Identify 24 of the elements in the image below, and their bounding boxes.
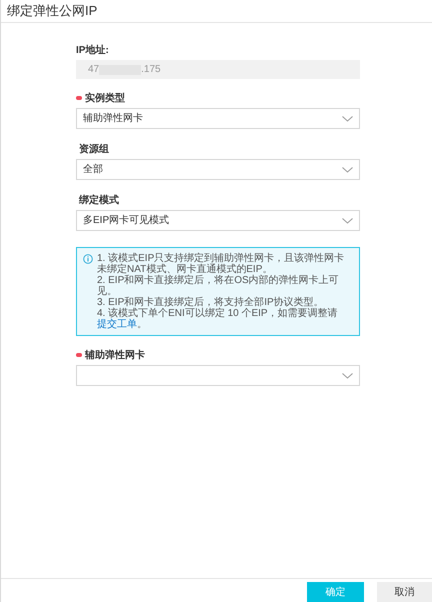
chevron-down-icon xyxy=(342,372,353,378)
note-text: 4. 该模式下单个ENI可以绑定 10 个EIP，如需要调整请 提交工单。 xyxy=(97,308,339,330)
field-label: 资源组 xyxy=(79,142,109,156)
required-mark xyxy=(76,353,82,357)
cancel-button[interactable]: 取消 xyxy=(377,582,432,602)
field-label: 绑定模式 xyxy=(79,193,119,208)
select-field[interactable]: 多EIP网卡可见模式 xyxy=(76,210,360,231)
select-field[interactable]: 辅助弹性网卡 xyxy=(76,108,360,129)
chevron-down-icon xyxy=(342,218,353,224)
field-label: 辅助弹性网卡 xyxy=(85,348,145,362)
note-text: 1. 该模式EIP只支持绑定到辅助弹性网卡，且该弹性网卡未绑定NAT模式、网卡直通模式的EIP。 xyxy=(97,253,346,275)
chevron-down-icon xyxy=(342,166,353,172)
dialog-title: 绑定弹性公网IP xyxy=(7,2,98,20)
ip-address-field: 47 .175 xyxy=(76,60,360,79)
field-label: 实例类型 xyxy=(85,91,125,106)
select-field[interactable]: 全部 xyxy=(76,159,360,180)
info-icon xyxy=(83,254,93,264)
field-label: IP地址: xyxy=(76,44,110,57)
submit-ticket-link[interactable]: 提交工单 xyxy=(97,319,137,330)
note-text: 3. EIP和网卡直接绑定后，将支持全部IP协议类型。 xyxy=(97,297,325,308)
select-field[interactable] xyxy=(76,365,360,386)
chevron-down-icon xyxy=(342,116,353,122)
note-text: 2. EIP和网卡直接绑定后，将在OS内部的弹性网卡上可见。 xyxy=(97,275,340,297)
required-mark xyxy=(76,96,82,100)
